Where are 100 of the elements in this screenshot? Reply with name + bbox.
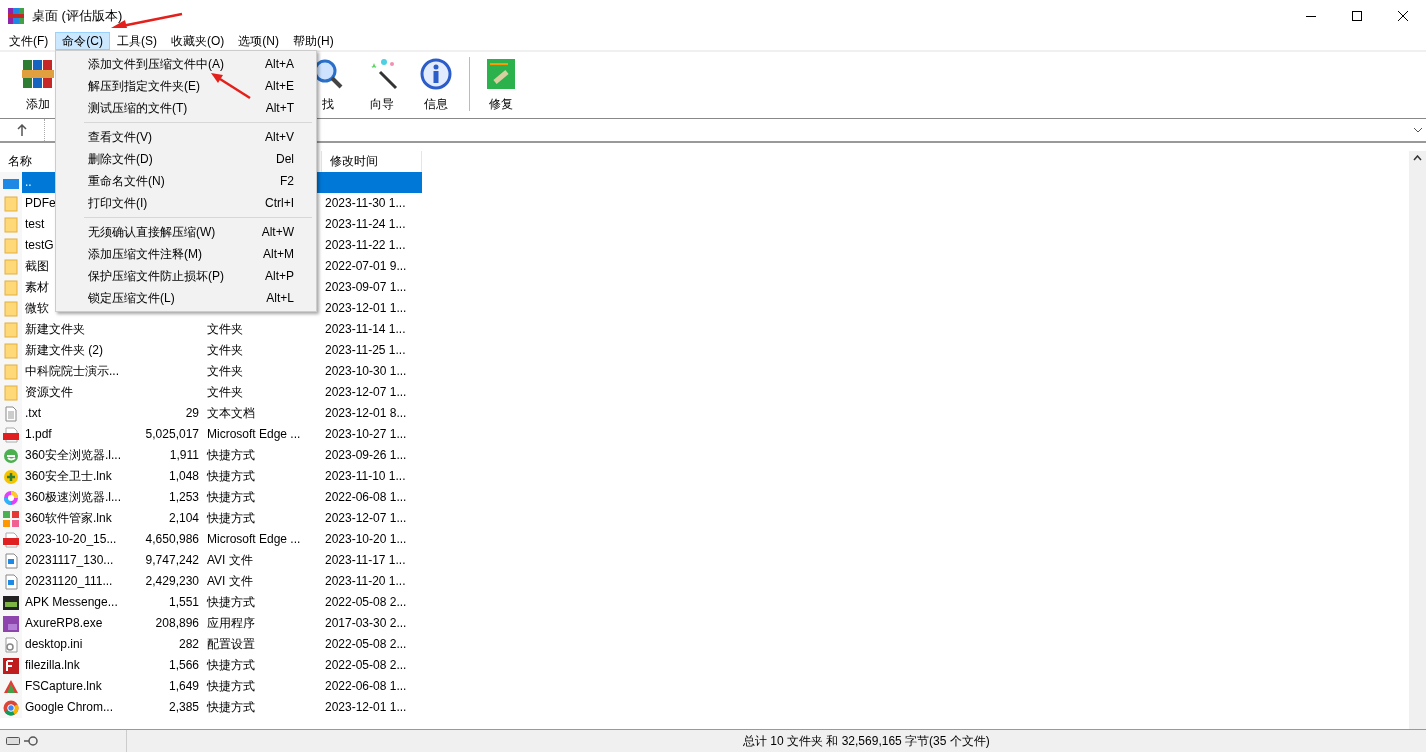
file-name: .. — [25, 175, 32, 189]
file-row[interactable]: 360软件管家.lnk 2,104 快捷方式 2023-12-07 1... — [22, 508, 422, 529]
folder-icon — [3, 342, 19, 359]
menu-option[interactable]: 重命名文件(N) F2 — [56, 170, 316, 192]
file-row[interactable]: 资源文件 文件夹 2023-12-07 1... — [22, 382, 422, 403]
file-type: 快捷方式 — [207, 700, 255, 714]
file-type: 快捷方式 — [207, 469, 255, 483]
menu-option-label: 重命名文件(N) — [88, 172, 165, 190]
modified-date: 2023-09-07 1... — [325, 280, 407, 294]
file-name: 新建文件夹 (2) — [25, 343, 103, 357]
file-type: 快捷方式 — [207, 448, 255, 462]
file-name: 素材 — [25, 280, 49, 294]
modified-date: 2023-11-24 1... — [325, 217, 406, 231]
file-type: 文件夹 — [207, 322, 243, 336]
info-icon — [420, 58, 452, 90]
menu-option[interactable]: 添加压缩文件注释(M) Alt+M — [56, 243, 316, 265]
toolbar-button[interactable]: 修复 — [474, 52, 528, 113]
modified-date: 2023-12-07 1... — [325, 385, 407, 399]
dropdown-caret-icon — [1413, 127, 1423, 133]
menu-option-label: 解压到指定文件夹(E) — [88, 77, 200, 95]
file-size: 1,048 — [168, 469, 199, 483]
menu-option[interactable]: 保护压缩文件防止损坏(P) Alt+P — [56, 265, 316, 287]
file-size: 4,650,986 — [145, 532, 199, 546]
scrollbar[interactable] — [1409, 151, 1426, 729]
file-row[interactable]: 360极速浏览器.l... 1,253 快捷方式 2022-06-08 1... — [22, 487, 422, 508]
file-type: 快捷方式 — [207, 595, 255, 609]
file-size: 5,025,017 — [145, 427, 199, 441]
app-logo-icon — [8, 8, 24, 24]
file-row[interactable]: 新建文件夹 (2) 文件夹 2023-11-25 1... — [22, 340, 422, 361]
file-row[interactable]: 2023-10-20_15... 4,650,986 Microsoft Edge ... 2023-10-20 1... — [22, 529, 422, 550]
shortcut-label: F2 — [280, 174, 294, 188]
orb-icon — [3, 489, 19, 506]
modified-date: 2023-12-01 8... — [325, 406, 407, 420]
file-row[interactable]: AxureRP8.exe 208,896 应用程序 2017-03-30 2... — [22, 613, 422, 634]
file-row[interactable]: FSCapture.lnk 1,649 快捷方式 2022-06-08 1... — [22, 676, 422, 697]
modified-date: 2023-11-14 1... — [325, 322, 406, 336]
menu-option-label: 无须确认直接解压缩(W) — [88, 223, 216, 241]
folder-icon — [3, 384, 19, 401]
file-type: Microsoft Edge ... — [207, 427, 301, 441]
file-row[interactable]: 1.pdf 5,025,017 Microsoft Edge ... 2023-10-27 1... — [22, 424, 422, 445]
shortcut-label: Alt+A — [265, 57, 294, 71]
menu-option[interactable]: 锁定压缩文件(L) Alt+L — [56, 287, 316, 309]
file-size: 1,649 — [168, 679, 199, 693]
pdf-icon — [3, 531, 19, 548]
modified-date: 2023-10-20 1... — [325, 532, 407, 546]
folder-icon — [3, 237, 19, 254]
menu-item[interactable]: 文件(F) — [2, 32, 56, 50]
pdf-icon — [3, 426, 19, 443]
file-row[interactable]: 中科院院士演示... 文件夹 2023-10-30 1... — [22, 361, 422, 382]
menu-option-label: 添加文件到压缩文件中(A) — [88, 55, 224, 73]
menu-option-label: 查看文件(V) — [88, 128, 152, 146]
file-row[interactable]: 新建文件夹 文件夹 2023-11-14 1... — [22, 319, 422, 340]
menu-item[interactable]: 收藏夹(O) — [164, 32, 232, 50]
file-row[interactable]: filezilla.lnk 1,566 快捷方式 2022-05-08 2... — [22, 655, 422, 676]
file-row[interactable]: APK Messenge... 1,551 快捷方式 2022-05-08 2... — [22, 592, 422, 613]
folder-icon — [3, 216, 19, 233]
file-row[interactable]: .txt 29 文本文档 2023-12-01 8... — [22, 403, 422, 424]
file-name: 360极速浏览器.l... — [25, 490, 122, 504]
toolbar-button[interactable]: 向导 — [355, 52, 409, 113]
file-name: 20231120_111... — [25, 574, 113, 588]
menu-item[interactable]: 工具(S) — [110, 32, 164, 50]
file-row[interactable]: 360安全浏览器.l... 1,911 快捷方式 2023-09-26 1... — [22, 445, 422, 466]
toolbar-button[interactable]: 信息 — [409, 52, 463, 113]
file-name: 微软 — [25, 301, 49, 315]
menu-item[interactable]: 命令(C) — [55, 32, 110, 50]
file-row[interactable]: 360安全卫士.lnk 1,048 快捷方式 2023-11-10 1... — [22, 466, 422, 487]
file-type: AVI 文件 — [207, 574, 253, 588]
modified-date: 2017-03-30 2... — [325, 616, 407, 630]
menu-item[interactable]: 选项(N) — [231, 32, 286, 50]
file-name: 资源文件 — [25, 385, 73, 399]
file-name: .txt — [25, 406, 41, 420]
file-size: 1,911 — [169, 448, 199, 462]
books-icon — [22, 58, 54, 90]
file-type: 快捷方式 — [207, 679, 255, 693]
modified-date: 2023-10-30 1... — [325, 364, 407, 378]
file-row[interactable]: 20231120_111... 2,429,230 AVI 文件 2023-11-20 1... — [22, 571, 422, 592]
menu-option[interactable]: 无须确认直接解压缩(W) Alt+W — [56, 221, 316, 243]
file-row[interactable]: desktop.ini 282 配置设置 2022-05-08 2... — [22, 634, 422, 655]
shortcut-label: Alt+L — [266, 291, 294, 305]
folder-icon — [3, 363, 19, 380]
file-name: FSCapture.lnk — [25, 679, 102, 693]
menu-option[interactable]: 打印文件(I) Ctrl+I — [56, 192, 316, 214]
status-text: 总计 10 文件夹 和 32,569,165 字节(35 个文件) — [743, 732, 990, 750]
file-row[interactable]: Google Chrom... 2,385 快捷方式 2023-12-01 1... — [22, 697, 422, 718]
file-name: APK Messenge... — [25, 595, 118, 609]
menu-option[interactable]: 删除文件(D) Del — [56, 148, 316, 170]
menu-item[interactable]: 帮助(H) — [286, 32, 341, 50]
file-size: 208,896 — [155, 616, 199, 630]
repair-icon — [485, 58, 517, 90]
shortcut-label: Alt+T — [265, 101, 294, 115]
file-row[interactable]: 20231117_130... 9,747,242 AVI 文件 2023-11-17 1... — [22, 550, 422, 571]
shortcut-label: Del — [276, 152, 294, 166]
file-name: AxureRP8.exe — [25, 616, 103, 630]
modified-date: 2023-11-20 1... — [325, 574, 406, 588]
file-name: 新建文件夹 — [25, 322, 85, 336]
shortcut-label: Alt+M — [263, 247, 294, 261]
menu-option[interactable]: 查看文件(V) Alt+V — [56, 126, 316, 148]
file-type: 快捷方式 — [207, 658, 255, 672]
file-type: 文本文档 — [207, 406, 255, 420]
modified-date: 2022-05-08 2... — [325, 637, 407, 651]
